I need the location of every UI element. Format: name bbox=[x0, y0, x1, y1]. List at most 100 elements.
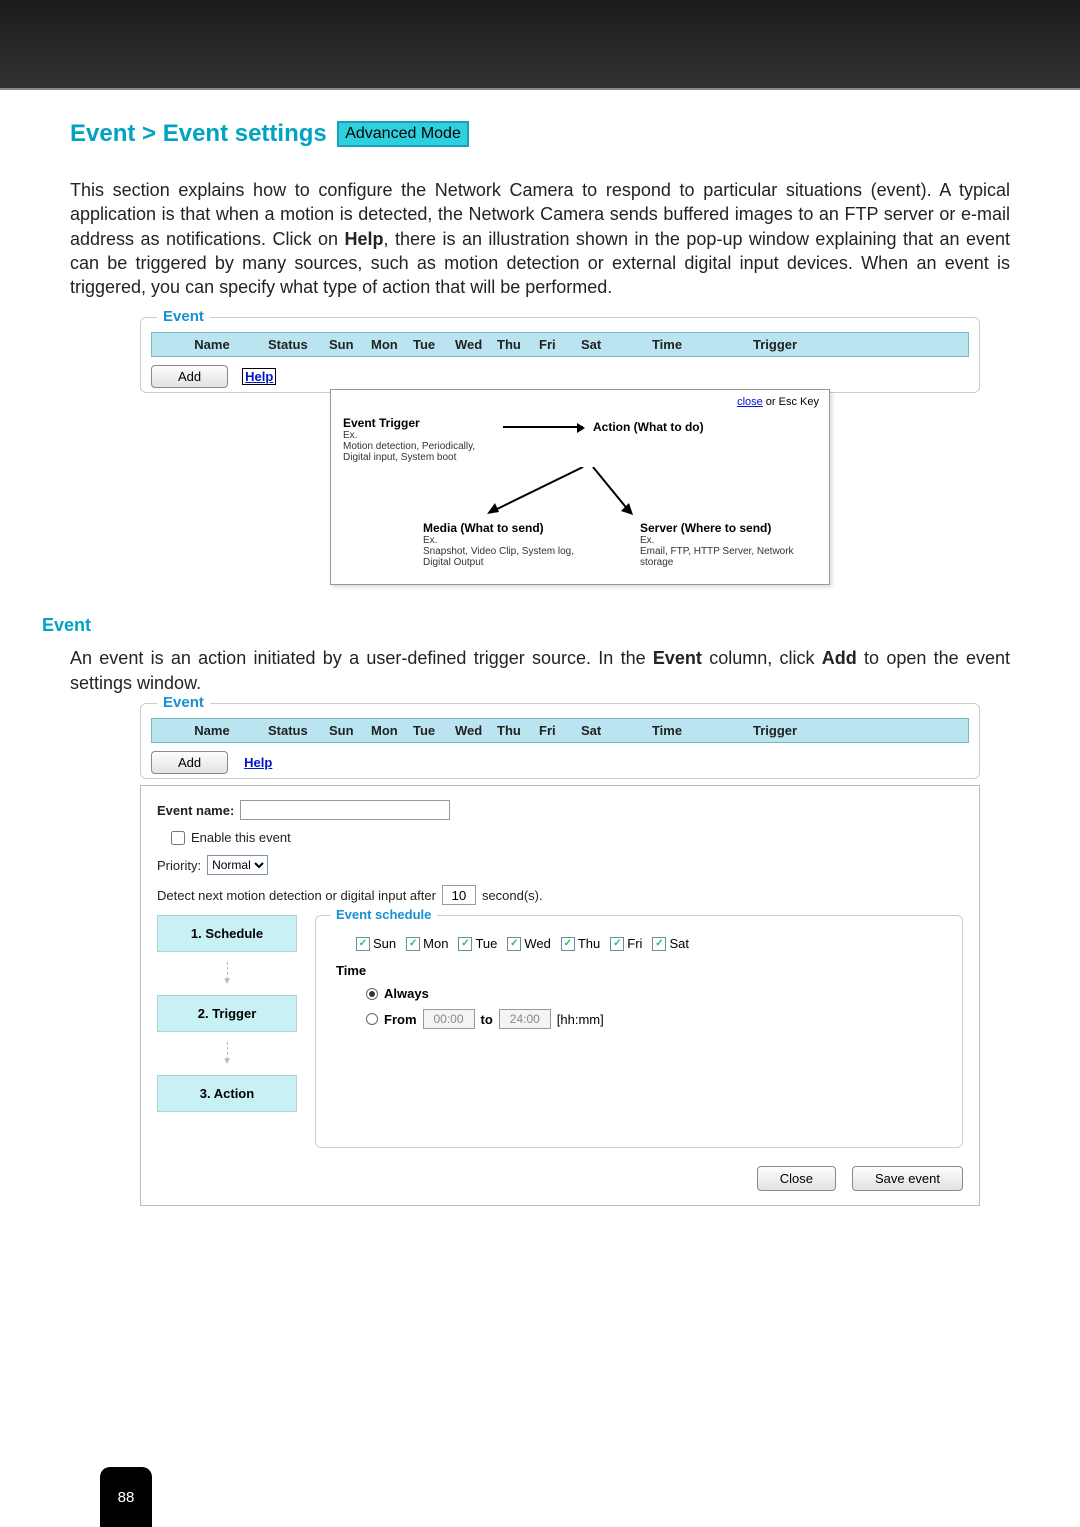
mode-badge: Advanced Mode bbox=[337, 121, 469, 147]
col-sat: Sat bbox=[581, 337, 621, 352]
popup-trigger-ex-label: Ex. bbox=[343, 430, 493, 441]
days-row: ✓Sun ✓Mon ✓Tue ✓Wed ✓Thu ✓Fri ✓Sat bbox=[356, 936, 946, 951]
col-mon: Mon bbox=[371, 337, 407, 352]
step-action[interactable]: 3. Action bbox=[157, 1075, 297, 1112]
lbl-mon: Mon bbox=[423, 936, 448, 951]
enable-event-label: Enable this event bbox=[191, 830, 291, 845]
col-sun: Sun bbox=[329, 723, 365, 738]
intro-help-ref: Help bbox=[344, 229, 383, 249]
from-time-input[interactable] bbox=[423, 1009, 475, 1029]
header-bar bbox=[0, 0, 1080, 90]
priority-label: Priority: bbox=[157, 858, 201, 873]
page-number: 88 bbox=[100, 1467, 152, 1527]
evt-body-c: column, click bbox=[702, 648, 822, 668]
step-schedule[interactable]: 1. Schedule bbox=[157, 915, 297, 952]
event-columns-header: Name Status Sun Mon Tue Wed Thu Fri Sat … bbox=[151, 332, 969, 357]
breadcrumb: Event > Event settings bbox=[70, 120, 327, 147]
col-mon: Mon bbox=[371, 723, 407, 738]
lbl-sat: Sat bbox=[669, 936, 689, 951]
lbl-tue: Tue bbox=[475, 936, 497, 951]
intro-paragraph: This section explains how to configure t… bbox=[70, 178, 1010, 299]
detect-label-a: Detect next motion detection or digital … bbox=[157, 888, 436, 903]
diagram-arrows bbox=[343, 467, 817, 517]
col-fri: Fri bbox=[539, 723, 575, 738]
popup-close-row: close or Esc Key bbox=[737, 396, 819, 408]
col-sat: Sat bbox=[581, 723, 621, 738]
col-wed: Wed bbox=[455, 337, 491, 352]
arrow-right-icon bbox=[503, 426, 583, 428]
col-time: Time bbox=[627, 337, 707, 352]
to-time-input[interactable] bbox=[499, 1009, 551, 1029]
col-thu: Thu bbox=[497, 723, 533, 738]
section-event-body: An event is an action initiated by a use… bbox=[70, 646, 1010, 695]
event-schedule-legend: Event schedule bbox=[330, 907, 437, 922]
chk-thu[interactable]: ✓ bbox=[561, 937, 575, 951]
help-link-2[interactable]: Help bbox=[242, 755, 274, 770]
radio-always-label: Always bbox=[384, 986, 429, 1001]
enable-event-checkbox[interactable] bbox=[171, 831, 185, 845]
priority-select[interactable]: Normal bbox=[207, 855, 268, 875]
col-trigger: Trigger bbox=[713, 337, 797, 352]
event-panel-1: Event Name Status Sun Mon Tue Wed Thu Fr… bbox=[140, 317, 980, 393]
chk-sat[interactable]: ✓ bbox=[652, 937, 666, 951]
event-settings-window: Event name: Enable this event Priority: … bbox=[140, 785, 980, 1206]
radio-from[interactable] bbox=[366, 1013, 378, 1025]
lbl-fri: Fri bbox=[627, 936, 642, 951]
chk-fri[interactable]: ✓ bbox=[610, 937, 624, 951]
col-status: Status bbox=[268, 337, 323, 352]
chk-mon[interactable]: ✓ bbox=[406, 937, 420, 951]
lbl-sun: Sun bbox=[373, 936, 396, 951]
page-body: Event > Event settings Advanced Mode Thi… bbox=[0, 90, 1080, 1236]
add-button-2[interactable]: Add bbox=[151, 751, 228, 774]
chk-sun[interactable]: ✓ bbox=[356, 937, 370, 951]
event-name-label: Event name: bbox=[157, 803, 234, 818]
detect-label-b: second(s). bbox=[482, 888, 543, 903]
page-number-tab: 88 bbox=[70, 1467, 152, 1527]
col-status: Status bbox=[268, 723, 323, 738]
popup-media-ex: Snapshot, Video Clip, System log, Digita… bbox=[423, 546, 600, 568]
col-name: Name bbox=[162, 337, 262, 352]
event-panel-2: Event Name Status Sun Mon Tue Wed Thu Fr… bbox=[140, 703, 980, 779]
step-arrow-1 bbox=[157, 958, 297, 995]
add-button[interactable]: Add bbox=[151, 365, 228, 388]
col-name: Name bbox=[162, 723, 262, 738]
save-event-button[interactable]: Save event bbox=[852, 1166, 963, 1191]
steps-column: 1. Schedule 2. Trigger 3. Action bbox=[157, 915, 297, 1148]
section-event-heading: Event bbox=[42, 615, 1010, 636]
page-title-row: Event > Event settings Advanced Mode bbox=[70, 120, 1010, 148]
evt-body-d: Add bbox=[822, 648, 857, 668]
col-tue: Tue bbox=[413, 337, 449, 352]
popup-server-ex-label: Ex. bbox=[640, 535, 817, 546]
event-name-input[interactable] bbox=[240, 800, 450, 820]
step-trigger[interactable]: 2. Trigger bbox=[157, 995, 297, 1032]
popup-media-hdr: Media (What to send) bbox=[423, 521, 600, 535]
close-button[interactable]: Close bbox=[757, 1166, 836, 1191]
col-wed: Wed bbox=[455, 723, 491, 738]
event-columns-header-2: Name Status Sun Mon Tue Wed Thu Fri Sat … bbox=[151, 718, 969, 743]
popup-trigger-hdr: Event Trigger bbox=[343, 416, 493, 430]
evt-body-a: An event is an action initiated by a use… bbox=[70, 648, 653, 668]
step-arrow-2 bbox=[157, 1038, 297, 1075]
col-sun: Sun bbox=[329, 337, 365, 352]
event-legend: Event bbox=[157, 308, 210, 325]
event-legend-2: Event bbox=[157, 694, 210, 711]
to-label: to bbox=[481, 1012, 493, 1027]
evt-body-b: Event bbox=[653, 648, 702, 668]
help-link[interactable]: Help bbox=[242, 368, 276, 385]
lbl-wed: Wed bbox=[524, 936, 551, 951]
detect-seconds-input[interactable] bbox=[442, 885, 476, 905]
chk-tue[interactable]: ✓ bbox=[458, 937, 472, 951]
help-popup: close or Esc Key Event Trigger Ex. Motio… bbox=[330, 389, 830, 585]
popup-media-ex-label: Ex. bbox=[423, 535, 600, 546]
popup-close-suffix: or Esc Key bbox=[763, 396, 819, 408]
col-thu: Thu bbox=[497, 337, 533, 352]
col-time: Time bbox=[627, 723, 707, 738]
popup-trigger-ex: Motion detection, Periodically, Digital … bbox=[343, 441, 493, 463]
chk-wed[interactable]: ✓ bbox=[507, 937, 521, 951]
radio-always[interactable] bbox=[366, 988, 378, 1000]
time-label: Time bbox=[336, 963, 946, 978]
hhmm-hint: [hh:mm] bbox=[557, 1012, 604, 1027]
col-tue: Tue bbox=[413, 723, 449, 738]
popup-close-link[interactable]: close bbox=[737, 396, 763, 408]
col-trigger: Trigger bbox=[713, 723, 797, 738]
